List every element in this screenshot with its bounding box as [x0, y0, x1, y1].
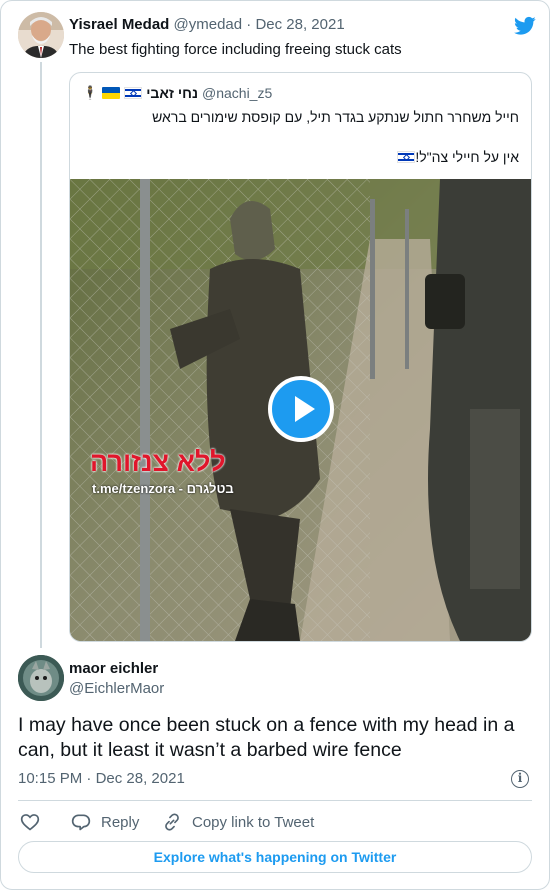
author-handle[interactable]: @ymedad: [174, 16, 243, 33]
tweet-date[interactable]: Dec 28, 2021: [255, 16, 344, 33]
twitter-bird-icon[interactable]: [514, 16, 536, 36]
heart-icon: [20, 814, 40, 831]
author-name[interactable]: maor eichler: [69, 660, 158, 677]
flag-israel-icon: [124, 87, 143, 99]
reply-icon: [71, 814, 91, 831]
play-icon[interactable]: [268, 376, 334, 442]
link-icon: [165, 813, 179, 831]
quoted-text-line-2: אין על חיילי צה"ל!: [393, 149, 519, 165]
copy-link-label: Copy link to Tweet: [192, 813, 315, 831]
quoted-author-line: 🕴 נחי זאבי @nachi_z5: [82, 84, 272, 102]
parent-tweet[interactable]: Yisrael Medad @ymedad · Dec 28, 2021 The…: [18, 12, 538, 72]
tweet-timestamp[interactable]: 10:15 PM · Dec 28, 2021: [18, 770, 185, 787]
copy-link-button[interactable]: Copy link to Tweet: [162, 811, 314, 833]
author-name[interactable]: Yisrael Medad: [69, 16, 169, 33]
video-thumbnail[interactable]: ללא צנזורה t.me/tzenzora - בטלגרם: [70, 179, 531, 641]
tweet-time: 10:15 PM: [18, 770, 83, 787]
avatar[interactable]: [18, 12, 64, 58]
reply-button[interactable]: Reply: [71, 811, 139, 833]
reply-label: Reply: [101, 813, 140, 831]
avatar[interactable]: [18, 655, 64, 701]
explore-button[interactable]: Explore what's happening on Twitter: [18, 841, 532, 873]
video-watermark-link: t.me/tzenzora - בטלגרם: [92, 481, 234, 496]
info-icon[interactable]: i: [511, 770, 529, 788]
soldier-emoji-icon: 🕴: [82, 85, 99, 100]
like-button[interactable]: [20, 811, 40, 833]
dot-separator: ·: [86, 770, 92, 787]
flag-ukraine-icon: [102, 87, 121, 99]
tweet-text: I may have once been stuck on a fence wi…: [18, 714, 515, 761]
quoted-tweet[interactable]: 🕴 נחי זאבי @nachi_z5 חייל משחרר חתול שנת…: [69, 72, 532, 642]
dot-separator: ·: [246, 16, 252, 33]
action-bar: Reply Copy link to Tweet: [18, 811, 532, 833]
quoted-author-name[interactable]: נחי זאבי: [146, 85, 198, 101]
tweet-text: The best fighting force including freein…: [69, 41, 402, 58]
video-watermark-title: ללא צנזורה: [90, 447, 226, 477]
flag-israel-icon: [397, 151, 416, 163]
thread-line: [40, 62, 42, 648]
tweet-date: Dec 28, 2021: [95, 770, 185, 787]
divider: [18, 800, 532, 801]
author-line: Yisrael Medad @ymedad · Dec 28, 2021: [69, 16, 345, 33]
quoted-text-line-2-content: אין על חיילי צה"ל!: [415, 149, 519, 165]
quoted-text-line-1: חייל משחרר חתול שנתקע בגדר תיל, עם קופסת…: [152, 109, 519, 125]
quoted-author-handle[interactable]: @nachi_z5: [202, 85, 272, 101]
author-handle[interactable]: @EichlerMaor: [69, 680, 164, 697]
